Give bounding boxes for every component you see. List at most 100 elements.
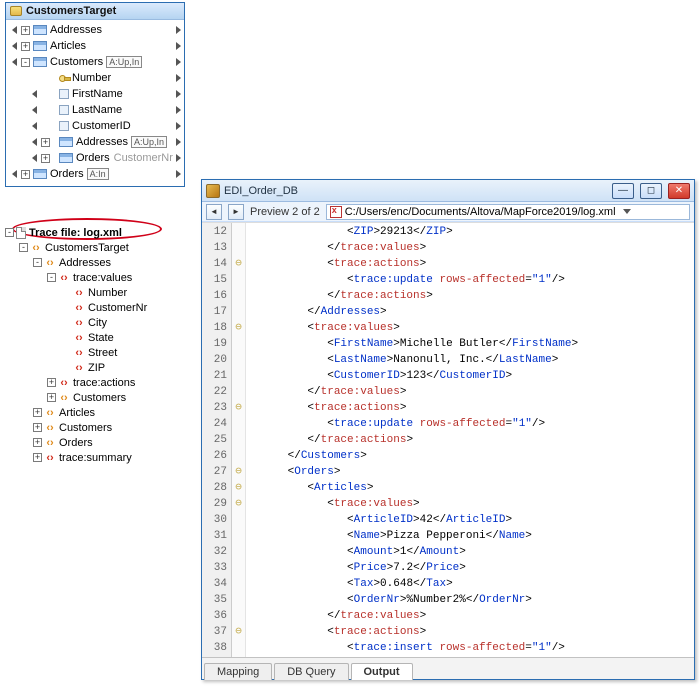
next-preview-button[interactable]	[228, 204, 244, 220]
preview-counter: Preview 2 of 2	[250, 206, 320, 218]
dropdown-icon[interactable]	[623, 209, 631, 214]
trace-node[interactable]: +‹›Orders	[5, 435, 190, 450]
tree-expander[interactable]: +	[21, 26, 30, 35]
trace-node[interactable]: ‹›Number	[5, 285, 190, 300]
schema-field[interactable]: FirstName	[6, 86, 184, 102]
field-label: Customers	[50, 56, 103, 68]
output-connector-icon[interactable]	[176, 170, 181, 178]
schema-field[interactable]: - CustomersA:Up,In	[6, 54, 184, 70]
field-label: Number	[72, 72, 111, 84]
tree-expander[interactable]: +	[33, 453, 42, 462]
code-content[interactable]: <ZIP>29213</ZIP> </trace:values> <trace:…	[246, 223, 694, 657]
trace-node[interactable]: ‹›ZIP	[5, 360, 190, 375]
trace-node[interactable]: +‹›trace:summary	[5, 450, 190, 465]
schema-field[interactable]: CustomerID	[6, 118, 184, 134]
trace-node[interactable]: +‹›Customers	[5, 420, 190, 435]
output-connector-icon[interactable]	[176, 90, 181, 98]
trace-element-icon: ‹›	[58, 272, 70, 284]
tree-expander[interactable]: -	[21, 58, 30, 67]
xml-editor[interactable]: 12 13 14 15 16 17 18 19 20 21 22 23 24 2…	[202, 222, 694, 657]
file-path-display[interactable]: C:/Users/enc/Documents/Altova/MapForce20…	[326, 204, 690, 220]
tree-expander[interactable]: -	[5, 228, 14, 237]
schema-field[interactable]: +AddressesA:Up,In	[6, 134, 184, 150]
schema-field[interactable]: LastName	[6, 102, 184, 118]
trace-element-icon: ‹›	[73, 347, 85, 359]
database-icon	[10, 6, 22, 16]
trace-node[interactable]: -‹›trace:values	[5, 270, 190, 285]
schema-header[interactable]: CustomersTarget	[6, 3, 184, 20]
element-icon: ‹›	[44, 407, 56, 419]
tree-expander[interactable]: +	[47, 393, 56, 402]
tree-expander[interactable]: +	[33, 438, 42, 447]
input-connector-icon[interactable]	[12, 42, 17, 50]
tree-expander[interactable]: +	[33, 423, 42, 432]
tree-expander[interactable]: +	[33, 408, 42, 417]
input-connector-icon[interactable]	[32, 138, 37, 146]
schema-field[interactable]: +OrdersA:In	[6, 166, 184, 182]
element-icon: ‹›	[58, 392, 70, 404]
trace-node-label: State	[88, 332, 114, 344]
prev-preview-button[interactable]	[206, 204, 222, 220]
maximize-button[interactable]: ◻	[640, 183, 662, 199]
fold-column[interactable]: ⊖⊖⊖⊖⊖⊖⊖	[232, 223, 246, 657]
tree-expander[interactable]: +	[21, 42, 30, 51]
field-label: CustomerID	[72, 120, 131, 132]
tree-expander[interactable]: -	[19, 243, 28, 252]
field-label: FirstName	[72, 88, 123, 100]
trace-node[interactable]: +‹›Articles	[5, 405, 190, 420]
tree-expander[interactable]: -	[33, 258, 42, 267]
trace-node-label: Trace file: log.xml	[29, 227, 122, 239]
tab-db-query[interactable]: DB Query	[274, 663, 348, 680]
schema-field[interactable]: +Addresses	[6, 22, 184, 38]
trace-file-tree: -Trace file: log.xml-‹›CustomersTarget-‹…	[5, 225, 190, 465]
input-connector-icon[interactable]	[12, 26, 17, 34]
tree-expander[interactable]: +	[47, 378, 56, 387]
action-badge[interactable]: A:Up,In	[106, 56, 142, 68]
trace-node[interactable]: +‹›trace:actions	[5, 375, 190, 390]
input-connector-icon[interactable]	[32, 154, 37, 162]
schema-field[interactable]: +OrdersCustomerNr	[6, 150, 184, 166]
action-badge[interactable]: A:Up,In	[131, 136, 167, 148]
window-titlebar[interactable]: EDI_Order_DB — ◻ ✕	[202, 180, 694, 202]
trace-node[interactable]: +‹›Customers	[5, 390, 190, 405]
trace-node[interactable]: -‹›CustomersTarget	[5, 240, 190, 255]
trace-node-label: trace:actions	[73, 377, 135, 389]
trace-node[interactable]: ‹›Street	[5, 345, 190, 360]
trace-node[interactable]: ‹›City	[5, 315, 190, 330]
tab-mapping[interactable]: Mapping	[204, 663, 272, 680]
input-connector-icon[interactable]	[12, 58, 17, 66]
schema-field[interactable]: Number	[6, 70, 184, 86]
action-badge[interactable]: A:In	[87, 168, 109, 180]
trace-node[interactable]: ‹›CustomerNr	[5, 300, 190, 315]
table-icon	[33, 57, 47, 67]
tree-expander[interactable]: +	[41, 138, 50, 147]
output-connector-icon[interactable]	[176, 74, 181, 82]
input-connector-icon[interactable]	[32, 90, 37, 98]
trace-element-icon: ‹›	[73, 302, 85, 314]
tab-output[interactable]: Output	[351, 663, 413, 680]
close-button[interactable]: ✕	[668, 183, 690, 199]
trace-node[interactable]: - Trace file: log.xml	[5, 225, 190, 240]
tree-expander[interactable]: +	[21, 170, 30, 179]
table-icon	[59, 137, 73, 147]
output-connector-icon[interactable]	[176, 26, 181, 34]
schema-field[interactable]: +Articles	[6, 38, 184, 54]
trace-node-label: Customers	[73, 392, 126, 404]
trace-node[interactable]: ‹›State	[5, 330, 190, 345]
minimize-button[interactable]: —	[612, 183, 634, 199]
input-connector-icon[interactable]	[12, 170, 17, 178]
trace-node[interactable]: -‹›Addresses	[5, 255, 190, 270]
trace-node-label: ZIP	[88, 362, 105, 374]
output-connector-icon[interactable]	[176, 42, 181, 50]
input-connector-icon[interactable]	[32, 122, 37, 130]
output-connector-icon[interactable]	[176, 154, 181, 162]
file-path: C:/Users/enc/Documents/Altova/MapForce20…	[345, 206, 616, 218]
output-connector-icon[interactable]	[176, 138, 181, 146]
tree-expander[interactable]: +	[41, 154, 50, 163]
output-connector-icon[interactable]	[176, 58, 181, 66]
trace-node-label: Number	[88, 287, 127, 299]
output-connector-icon[interactable]	[176, 122, 181, 130]
input-connector-icon[interactable]	[32, 106, 37, 114]
output-connector-icon[interactable]	[176, 106, 181, 114]
tree-expander[interactable]: -	[47, 273, 56, 282]
